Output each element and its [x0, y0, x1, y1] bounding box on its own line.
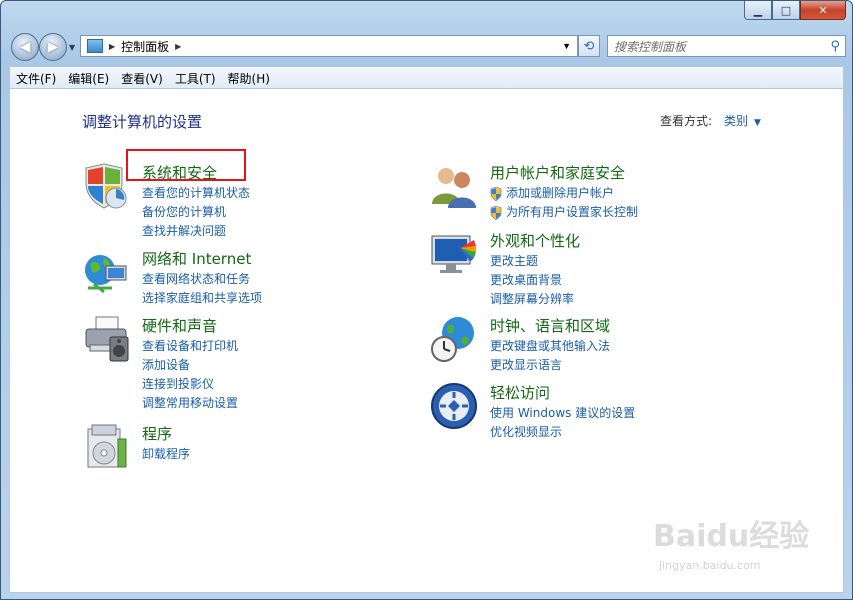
link-screen-resolution[interactable]: 调整屏幕分辨率	[490, 290, 574, 309]
link-find-fix-problems[interactable]: 查找并解决问题	[142, 222, 250, 241]
link-display-language[interactable]: 更改显示语言	[490, 356, 610, 375]
link-add-device[interactable]: 添加设备	[142, 356, 238, 375]
category-title[interactable]: 外观和个性化	[490, 230, 580, 251]
view-by-dropdown[interactable]: 类别 ▼	[724, 112, 761, 129]
menu-help[interactable]: 帮助(H)	[222, 70, 276, 87]
baidu-watermark-url: jingyan.baidu.com	[659, 559, 761, 572]
ease-of-access-icon[interactable]	[430, 382, 478, 430]
address-dropdown-icon[interactable]: ▼	[562, 41, 571, 51]
link-backup-computer[interactable]: 备份您的计算机	[142, 203, 250, 222]
link-list: 查看设备和打印机 添加设备 连接到投影仪 调整常用移动设置	[142, 337, 238, 413]
link-label[interactable]: 添加或删除用户帐户	[506, 184, 614, 203]
link-windows-suggested-settings[interactable]: 使用 Windows 建议的设置	[490, 404, 635, 423]
link-uninstall-program[interactable]: 卸载程序	[142, 445, 190, 464]
link-list: 添加或删除用户帐户 为所有用户设置家长控制	[490, 184, 638, 222]
user-accounts-icon[interactable]	[430, 162, 478, 210]
uac-shield-icon	[490, 186, 502, 201]
category-title[interactable]: 网络和 Internet	[142, 248, 251, 269]
category-title[interactable]: 轻松访问	[490, 382, 550, 403]
breadcrumb-arrow-icon[interactable]: ▶	[175, 42, 181, 51]
clock-language-icon[interactable]	[430, 315, 478, 363]
forward-button[interactable]: ▶	[39, 33, 67, 61]
control-panel-window: ▁ □ ✕ ◀ ▶ ▼ ▶ 控制面板 ▶ ▼ ⟲ 搜索控制面板 ⚲ 文件(F) …	[0, 0, 853, 600]
network-internet-icon[interactable]	[82, 248, 130, 296]
link-list: 更改主题 更改桌面背景 调整屏幕分辨率	[490, 252, 574, 309]
minimize-button[interactable]: ▁	[744, 1, 772, 20]
category-title[interactable]: 时钟、语言和区域	[490, 315, 610, 336]
menu-view[interactable]: 查看(V)	[115, 70, 169, 87]
navigation-bar: ◀ ▶ ▼ ▶ 控制面板 ▶ ▼ ⟲ 搜索控制面板 ⚲	[9, 33, 846, 61]
search-icon[interactable]: ⚲	[830, 39, 840, 54]
link-mobility-settings[interactable]: 调整常用移动设置	[142, 394, 238, 413]
baidu-watermark-logo: Baidu经验	[653, 519, 810, 554]
caption-buttons: ▁ □ ✕	[744, 1, 846, 20]
link-list: 卸载程序	[142, 445, 190, 464]
control-panel-icon	[87, 39, 103, 53]
close-button[interactable]: ✕	[800, 1, 846, 20]
link-keyboard-input[interactable]: 更改键盘或其他输入法	[490, 337, 610, 356]
link-add-remove-accounts[interactable]: 添加或删除用户帐户	[490, 184, 638, 203]
recent-pages-dropdown-icon[interactable]: ▼	[69, 43, 75, 52]
highlight-box	[126, 149, 246, 181]
menu-file[interactable]: 文件(F)	[10, 70, 62, 87]
menu-bar: 文件(F) 编辑(E) 查看(V) 工具(T) 帮助(H)	[9, 66, 844, 89]
link-connect-projector[interactable]: 连接到投影仪	[142, 375, 238, 394]
view-by-value[interactable]: 类别	[724, 114, 748, 128]
breadcrumb-control-panel[interactable]: 控制面板	[121, 38, 169, 55]
link-list: 查看您的计算机状态 备份您的计算机 查找并解决问题	[142, 184, 250, 241]
chevron-down-icon[interactable]: ▼	[754, 118, 761, 128]
breadcrumb-arrow-icon[interactable]: ▶	[109, 42, 115, 51]
search-placeholder: 搜索控制面板	[614, 39, 687, 54]
link-devices-printers[interactable]: 查看设备和打印机	[142, 337, 238, 356]
appearance-icon[interactable]	[430, 230, 478, 278]
link-parental-controls[interactable]: 为所有用户设置家长控制	[490, 203, 638, 222]
category-title[interactable]: 用户帐户和家庭安全	[490, 162, 625, 183]
uac-shield-icon	[490, 205, 502, 220]
programs-icon[interactable]	[82, 423, 130, 471]
category-title[interactable]: 硬件和声音	[142, 315, 217, 336]
link-homegroup-sharing[interactable]: 选择家庭组和共享选项	[142, 289, 262, 308]
link-list: 更改键盘或其他输入法 更改显示语言	[490, 337, 610, 375]
back-button[interactable]: ◀	[11, 33, 39, 61]
refresh-icon: ⟲	[583, 38, 595, 54]
link-view-computer-status[interactable]: 查看您的计算机状态	[142, 184, 250, 203]
address-bar[interactable]: ▶ 控制面板 ▶ ▼	[80, 35, 578, 57]
view-by-label: 查看方式:	[660, 114, 713, 128]
system-security-icon[interactable]	[82, 162, 130, 210]
hardware-sound-icon[interactable]	[82, 315, 130, 363]
menu-edit[interactable]: 编辑(E)	[62, 70, 115, 87]
link-label[interactable]: 为所有用户设置家长控制	[506, 203, 638, 222]
link-change-theme[interactable]: 更改主题	[490, 252, 574, 271]
link-list: 使用 Windows 建议的设置 优化视频显示	[490, 404, 635, 442]
maximize-button[interactable]: □	[772, 1, 800, 20]
refresh-button[interactable]: ⟲	[578, 35, 600, 57]
link-optimize-video[interactable]: 优化视频显示	[490, 423, 635, 442]
link-list: 查看网络状态和任务 选择家庭组和共享选项	[142, 270, 262, 308]
link-view-network-status[interactable]: 查看网络状态和任务	[142, 270, 262, 289]
menu-tools[interactable]: 工具(T)	[169, 70, 222, 87]
page-title: 调整计算机的设置	[82, 113, 203, 131]
search-input[interactable]: 搜索控制面板 ⚲	[607, 35, 846, 57]
category-title[interactable]: 程序	[142, 423, 172, 444]
link-desktop-background[interactable]: 更改桌面背景	[490, 271, 574, 290]
